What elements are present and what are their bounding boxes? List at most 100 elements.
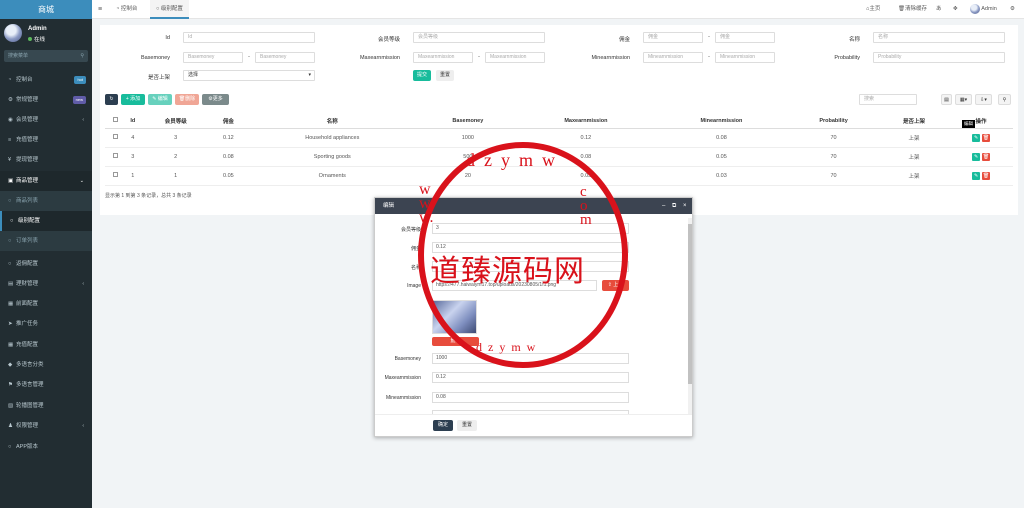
sidebar-item-recharge-config[interactable]: ▦ 充值配置 (0, 335, 92, 355)
settings-icon[interactable]: ⚙ (1010, 0, 1015, 19)
column-header[interactable]: 操作 (949, 114, 1013, 129)
filter-level-input[interactable]: 会员等级 (413, 32, 545, 43)
dialog-scrollbar[interactable] (688, 218, 692, 414)
filter-probability-label: Probability (834, 55, 860, 61)
sidebar-item-commission[interactable]: ○ 返佣配置 (0, 254, 92, 274)
sidebar-item-recharge[interactable]: ≡ 充值管理 (0, 130, 92, 150)
column-header[interactable]: Minearnmission (654, 114, 789, 129)
column-header[interactable]: 会员等级 (140, 114, 211, 129)
user-menu[interactable]: Admin (970, 0, 997, 19)
brand-logo[interactable]: 商城 (0, 0, 92, 19)
edit-button[interactable]: ✎ 编辑 (148, 94, 172, 105)
column-header[interactable]: Id (125, 114, 141, 129)
maxearnmission-input[interactable]: 0.12 (432, 372, 629, 383)
row-delete-icon[interactable]: 🗑 (982, 171, 991, 180)
row-checkbox[interactable] (105, 128, 125, 148)
row-delete-icon[interactable]: 🗑 (982, 133, 991, 142)
filter-basemoney-max-input[interactable]: Basemoney (255, 52, 315, 63)
column-header[interactable]: Maxearnmission (517, 114, 655, 129)
sidebar-item-app-version[interactable]: ○ APP版本 (0, 437, 92, 457)
column-header[interactable]: Probability (788, 114, 879, 129)
tab-level-config[interactable]: ○ 级别配置 (150, 0, 189, 19)
sidebar-item-orders[interactable]: ○ 订单列表 (0, 231, 92, 251)
tab-dashboard[interactable]: ◔ 控制台 (116, 0, 137, 19)
yen-icon: ¥ (8, 157, 12, 163)
sidebar-item-general[interactable]: ⚙ 常规管理 new (0, 90, 92, 110)
dialog-title: 编辑 (383, 203, 395, 209)
menu-toggle-icon[interactable]: ≡ (98, 0, 102, 19)
sidebar-item-carousel[interactable]: ▨ 轮播图管理 (0, 396, 92, 416)
filter-probability-input[interactable]: Probability (873, 52, 1005, 63)
filter-minearn-min-input[interactable]: Minearnmission (643, 52, 703, 63)
select-all-checkbox[interactable] (105, 114, 125, 129)
more-button[interactable]: ⚙更多 (202, 94, 229, 105)
modal-reset-button[interactable]: 重置 (457, 420, 477, 431)
row-edit-icon[interactable]: ✎ (972, 152, 981, 161)
image-delete-button[interactable]: 删除 (432, 337, 479, 346)
reset-button[interactable]: 重置 (436, 70, 454, 81)
filter-maxearn-min-input[interactable]: Maxearnmission (413, 52, 473, 63)
row-edit-icon[interactable]: ✎ (972, 171, 981, 180)
upload-button[interactable]: ⇪ 上传 (602, 280, 629, 291)
sidebar-item-finance[interactable]: ▤ 理财管理 ‹ (0, 274, 92, 294)
delete-button[interactable]: 🗑删除 (175, 94, 199, 105)
home-link[interactable]: ⌂主页 (866, 0, 880, 19)
row-delete-icon[interactable]: 🗑 (982, 152, 991, 161)
edit-label: 编辑 (157, 96, 168, 102)
filter-minearn-max-input[interactable]: Minearnmission (715, 52, 775, 63)
sidebar-item-front-config[interactable]: ▦ 前面配置 (0, 294, 92, 314)
filter-id-input[interactable]: Id (183, 32, 315, 43)
export-icon[interactable]: ⇩▾ (975, 94, 992, 105)
column-header[interactable]: 佣金 (210, 114, 246, 129)
search-icon[interactable]: ⚲ (80, 50, 84, 62)
clear-cache-button[interactable]: 🗑清除缓存 (898, 0, 927, 19)
filter-maxearn-max-input[interactable]: Maxearnmission (485, 52, 545, 63)
level-input[interactable]: 3 (432, 223, 629, 234)
row-checkbox[interactable] (105, 166, 125, 186)
sidebar-item-goods[interactable]: ▣ 商品管理 ⌄ (0, 171, 92, 191)
table-search-input[interactable]: 搜索 (859, 94, 917, 105)
sidebar-item-label: 理财管理 (16, 281, 39, 287)
toggle-view-icon[interactable]: ▤ (941, 94, 952, 105)
translate-icon[interactable]: あ (936, 0, 942, 19)
columns-icon[interactable]: ▦▾ (955, 94, 972, 105)
search-toggle-icon[interactable]: ⚲ (998, 94, 1011, 105)
sidebar-item-withdraw[interactable]: ¥ 提现管理 (0, 150, 92, 170)
close-icon[interactable]: × (683, 198, 687, 214)
sidebar-item-lang-manage[interactable]: ⚑ 多语言管理 (0, 375, 92, 395)
filter-commission-min-input[interactable]: 佣金 (643, 32, 703, 43)
column-header[interactable]: 名称 (245, 114, 419, 129)
sidebar-item-promotion[interactable]: ➤ 推广任务 (0, 314, 92, 334)
column-header[interactable]: 是否上架 (878, 114, 950, 129)
submit-button[interactable]: 提交 (413, 70, 431, 81)
filter-commission-max-input[interactable]: 佣金 (715, 32, 775, 43)
new-badge: new (72, 96, 86, 104)
commission-label: 佣金 (410, 246, 421, 252)
sidebar-item-level-config[interactable]: ○ 级别配置 (0, 211, 92, 231)
filter-minearn-label: Minearnmission (591, 55, 630, 61)
name-label: 名称 (410, 265, 421, 271)
cell: 1 (140, 166, 211, 186)
table-row[interactable]: 43 0.12 Household appliances 1000 0.12 0.0… (105, 128, 1013, 148)
row-checkbox[interactable] (105, 147, 125, 167)
sidebar-search-input[interactable]: 搜索菜单 ⚲ (4, 50, 88, 62)
ok-button[interactable]: 确定 (433, 420, 453, 431)
sidebar-item-permissions[interactable]: ♟ 权限管理 ‹ (0, 416, 92, 436)
filter-name-input[interactable]: 名称 (873, 32, 1005, 43)
sidebar-item-lang-category[interactable]: ◆ 多语言分类 (0, 355, 92, 375)
range-dash: - (478, 54, 480, 60)
sidebar-item-dashboard[interactable]: ◔ 控制台 hot (0, 70, 92, 90)
sidebar-item-goods-list[interactable]: ○ 商品列表 (0, 191, 92, 211)
refresh-button[interactable]: ↻ (105, 94, 118, 105)
fullscreen-icon[interactable]: ✥ (953, 0, 958, 19)
minearnmission-input[interactable]: 0.08 (432, 392, 629, 403)
column-header[interactable]: Basemoney (418, 114, 518, 129)
filter-basemoney-min-input[interactable]: Basemoney (183, 52, 243, 63)
cell: 0.08 (210, 147, 246, 167)
row-edit-icon[interactable]: ✎ (972, 133, 981, 142)
maximize-icon[interactable]: ⧉ (672, 198, 676, 214)
add-button[interactable]: + 添加 (121, 94, 145, 105)
filter-shelf-select[interactable]: 选择 ▾ (183, 70, 315, 81)
sidebar-item-members[interactable]: ◉ 会员管理 ‹ (0, 110, 92, 130)
minimize-icon[interactable]: – (662, 198, 665, 214)
